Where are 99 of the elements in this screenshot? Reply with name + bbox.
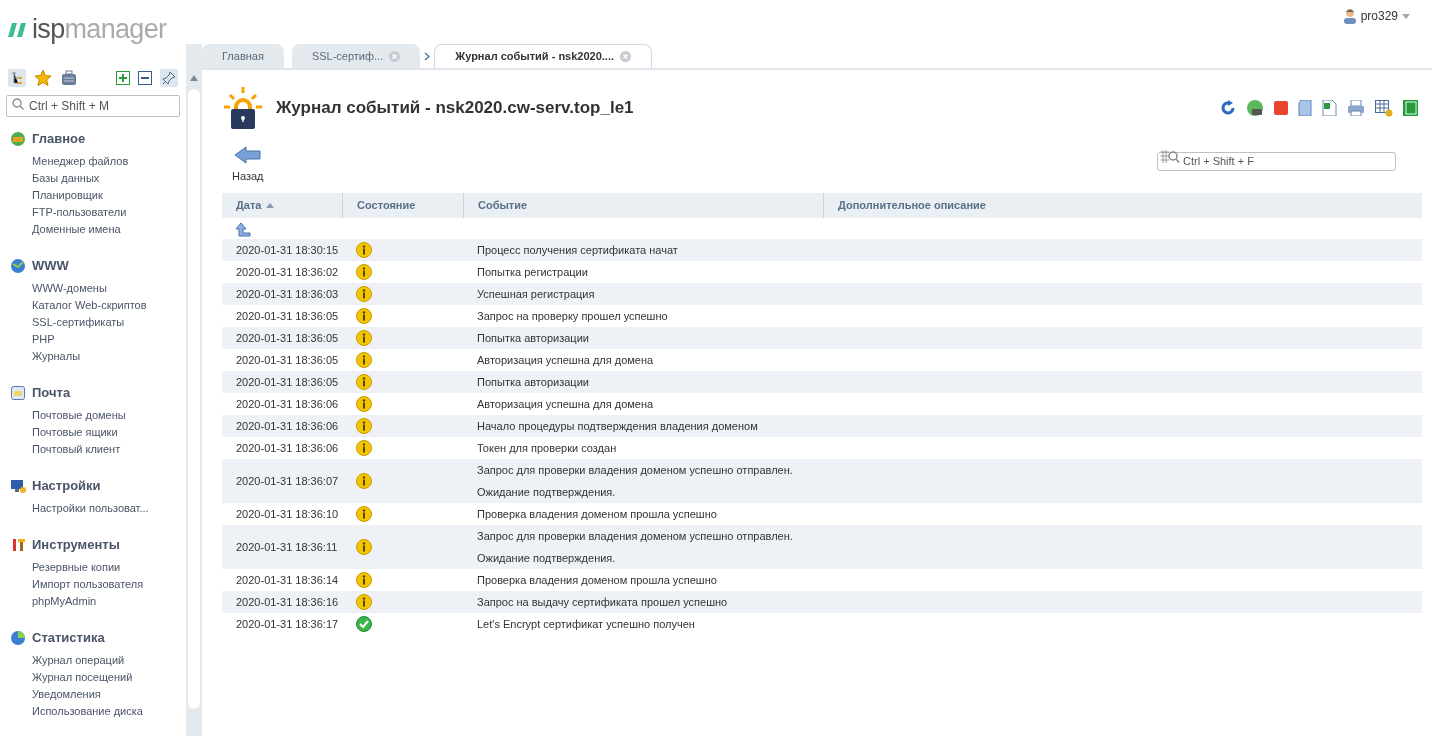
print-icon[interactable] [1347, 100, 1365, 116]
tab[interactable]: Главная [202, 44, 284, 68]
event-cell-text: Попытка авторизации [477, 331, 590, 345]
column-header[interactable]: Событие [463, 193, 823, 218]
menu-group-title[interactable]: Почта [32, 383, 71, 403]
help-icon[interactable] [1403, 100, 1418, 116]
back-button[interactable]: Назад [232, 145, 264, 184]
table-settings-icon[interactable] [1375, 99, 1393, 117]
user-menu[interactable]: pro329 [1360, 7, 1398, 25]
menu-item[interactable]: SSL-сертификаты [10, 314, 186, 331]
date-cell-text: 2020-01-31 18:36:06 [236, 418, 339, 434]
chevron-icon [424, 52, 431, 61]
menu-group-title[interactable]: Настройки [32, 476, 101, 496]
menu-item[interactable]: Планировщик [10, 187, 186, 204]
date-cell-text: 2020-01-31 18:36:05 [236, 308, 339, 324]
page-title: Журнал событий - nsk2020.cw-serv.top_le1 [276, 97, 634, 120]
event-cell-text: Проверка владения доменом прошла успешно [477, 573, 718, 587]
pie-chart-icon [10, 630, 26, 646]
date-cell-text: 2020-01-31 18:30:15 [236, 242, 339, 258]
menu-item[interactable]: Журналы [10, 348, 186, 365]
column-header[interactable]: Дата [222, 193, 342, 218]
event-cell-text: Запрос для проверки владения доменом успешно отправлен. [477, 529, 794, 543]
search-icon [12, 98, 24, 110]
tools-icon [10, 537, 26, 553]
menu-item[interactable]: Резервные копии [10, 559, 186, 576]
event-cell-text: Попытка регистрации [477, 265, 589, 279]
menu-item[interactable]: Почтовые домены [10, 407, 186, 424]
menu-group-title[interactable]: Инструменты [32, 535, 120, 555]
menu-item[interactable]: Журнал операций [10, 652, 186, 669]
date-cell-text: 2020-01-31 18:36:05 [236, 330, 339, 346]
menu-item[interactable]: FTP-пользователи [10, 204, 186, 221]
logo: ispmanager [32, 16, 167, 43]
briefcase-icon[interactable] [60, 69, 78, 87]
caret-icon [1402, 13, 1410, 19]
event-cell-text: Запрос на проверку прошел успешно [477, 309, 669, 323]
menu-item[interactable]: Почтовый клиент [10, 441, 186, 458]
menu-item[interactable]: PHP [10, 331, 186, 348]
event-cell-text: Запрос для проверки владения доменом успешно отправлен. [477, 463, 794, 477]
tab[interactable]: SSL-сертиф... [291, 44, 421, 68]
date-cell-text: 2020-01-31 18:36:05 [236, 352, 339, 368]
date-cell-text: 2020-01-31 18:36:05 [236, 374, 339, 390]
menu-item[interactable]: Импорт пользователя [10, 576, 186, 593]
star-icon[interactable] [34, 69, 52, 87]
menu-item[interactable]: WWW-домены [10, 280, 186, 297]
menu-item[interactable]: Журнал посещений [10, 669, 186, 686]
user-icon [1342, 8, 1357, 24]
menu-item[interactable]: Каталог Web-скриптов [10, 297, 186, 314]
column-header[interactable]: Состояние [342, 193, 463, 218]
date-cell-text: 2020-01-31 18:36:14 [236, 572, 339, 588]
event-cell-text: Ожидание подтверждения. [477, 551, 617, 565]
scroll-up-icon[interactable] [190, 75, 198, 81]
logo-icon [8, 22, 28, 37]
menu-item[interactable]: Почтовые ящики [10, 424, 186, 441]
table-filter-field[interactable]: Ctrl + Shift + F [1157, 151, 1396, 171]
menu-item[interactable]: phpMyAdmin [10, 593, 186, 610]
date-cell-text: 2020-01-31 18:36:11 [236, 539, 338, 555]
level-up-icon[interactable] [235, 220, 251, 237]
event-cell-text: Let's Encrypt сертификат успешно получен [477, 617, 696, 631]
menu-item[interactable]: Менеджер файлов [10, 153, 186, 170]
envelope-icon [10, 385, 26, 401]
date-cell-text: 2020-01-31 18:36:17 [236, 616, 339, 632]
event-cell-text: Авторизация успешна для домена [477, 353, 655, 367]
event-cell-text: Успешная регистрация [477, 287, 596, 301]
menu-item[interactable]: Базы данных [10, 170, 186, 187]
menu-item[interactable]: Использование диска [10, 703, 186, 720]
lock-sun-icon [222, 85, 264, 131]
event-cell-text: Ожидание подтверждения. [477, 485, 617, 499]
monitor-icon [10, 478, 26, 494]
menu-item[interactable]: Уведомления [10, 686, 186, 703]
event-cell-text: Процесс получения сертификата начат [477, 243, 679, 257]
tree-icon[interactable] [8, 69, 26, 87]
date-cell-text: 2020-01-31 18:36:10 [236, 506, 339, 522]
tab[interactable]: Журнал событий - nsk2020.... [434, 44, 653, 68]
column-header[interactable]: Дополнительное описание [823, 193, 1422, 218]
event-cell-text: Запрос на выдачу сертификата прошел успешно [477, 595, 729, 609]
event-cell-text: Попытка авторизации [477, 375, 590, 389]
date-cell-text: 2020-01-31 18:36:02 [236, 264, 339, 280]
menu-search-field[interactable]: Ctrl + Shift + M [6, 95, 180, 117]
event-cell-text: Проверка владения доменом прошла успешно [477, 507, 718, 521]
menu-item[interactable]: Доменные имена [10, 221, 186, 238]
menu-group-title[interactable]: WWW [32, 256, 69, 276]
menu-group-title[interactable]: Статистика [32, 628, 105, 648]
date-cell-text: 2020-01-31 18:36:16 [236, 594, 339, 610]
date-cell-text: 2020-01-31 18:36:06 [236, 440, 339, 456]
table-search-icon [1160, 150, 1180, 164]
date-cell-text: 2020-01-31 18:36:03 [236, 286, 339, 302]
menu-item[interactable]: Настройки пользоват... [10, 500, 186, 517]
refresh-icon[interactable] [1220, 100, 1236, 116]
spreadsheet-icon[interactable] [1322, 100, 1337, 116]
event-cell-text: Начало процедуры подтверждения владения доменом [477, 419, 759, 433]
collapse-icon[interactable] [138, 71, 152, 85]
date-cell-text: 2020-01-31 18:36:06 [236, 396, 339, 412]
back-arrow-icon [234, 145, 261, 164]
event-cell-text: Авторизация успешна для домена [477, 397, 655, 411]
event-cell-text: Токен для проверки создан [477, 441, 618, 455]
expand-icon[interactable] [116, 71, 130, 85]
menu-group-title[interactable]: Главное [32, 129, 86, 149]
date-cell-text: 2020-01-31 18:36:07 [236, 473, 339, 489]
pin-icon[interactable] [160, 69, 178, 87]
